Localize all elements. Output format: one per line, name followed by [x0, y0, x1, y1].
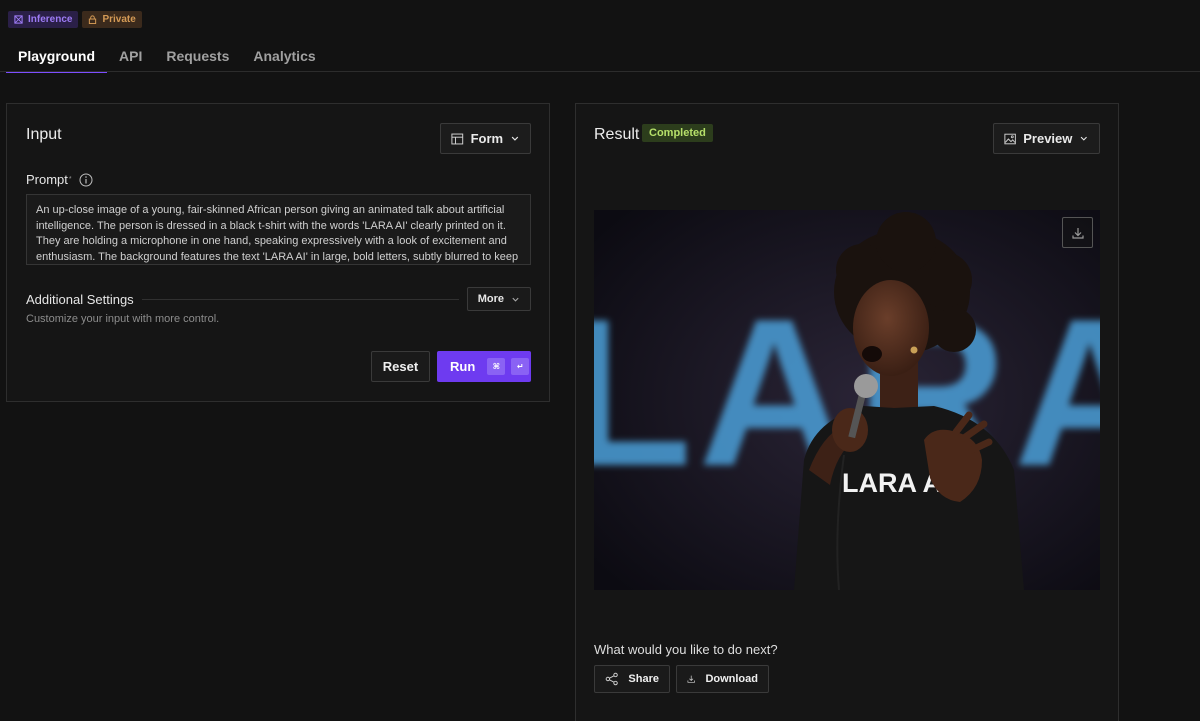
preview-label: Preview	[1023, 131, 1073, 146]
form-mode-dropdown[interactable]: Form	[440, 123, 531, 154]
prompt-label-text: Prompt	[26, 172, 68, 187]
private-badge-label: Private	[102, 14, 136, 25]
image-download-button[interactable]	[1062, 217, 1093, 248]
additional-settings-row: Additional Settings More	[26, 287, 531, 311]
run-button[interactable]: Run ⌘ ↵	[437, 351, 531, 382]
form-mode-label: Form	[470, 131, 504, 146]
inference-icon	[14, 15, 23, 24]
prompt-label: Prompt *	[26, 172, 93, 187]
preview-dropdown[interactable]: Preview	[993, 123, 1100, 154]
generated-image-art: LARA AI LARA AI	[594, 210, 1100, 590]
generated-image[interactable]: LARA AI LARA AI	[594, 210, 1100, 590]
enter-key-hint: ↵	[511, 358, 530, 375]
tab-api[interactable]: API	[107, 40, 154, 72]
run-label: Run	[450, 359, 476, 374]
inference-badge-label: Inference	[28, 14, 73, 25]
status-badge: Completed	[642, 124, 713, 142]
input-panel: Input Form Prompt * An up-close image of …	[6, 103, 550, 402]
chevron-down-icon	[1081, 136, 1088, 141]
tab-requests[interactable]: Requests	[154, 40, 241, 72]
share-button[interactable]: Share	[594, 665, 670, 693]
download-button[interactable]: Download	[676, 665, 769, 693]
private-badge: Private	[82, 11, 142, 28]
tab-playground[interactable]: Playground	[6, 40, 108, 73]
main-tabs: Playground API Requests Analytics	[6, 40, 328, 73]
command-key-hint: ⌘	[487, 358, 506, 375]
share-label: Share	[628, 673, 659, 685]
more-settings-label: More	[477, 293, 504, 305]
additional-settings-title: Additional Settings	[26, 291, 134, 307]
tabs-divider	[0, 71, 1200, 72]
form-icon	[451, 133, 464, 144]
reset-button[interactable]: Reset	[371, 351, 430, 382]
top-badges: Inference Private	[8, 11, 142, 28]
download-icon	[1071, 227, 1084, 239]
input-title: Input	[26, 126, 62, 143]
chevron-down-icon	[511, 136, 519, 141]
result-panel: Result Completed Preview LARA AI	[575, 103, 1119, 721]
lock-icon	[89, 15, 97, 24]
share-icon	[605, 672, 618, 686]
result-title: Result	[594, 126, 640, 143]
chevron-down-icon	[512, 297, 519, 302]
tab-analytics[interactable]: Analytics	[241, 40, 327, 72]
required-mark: *	[68, 176, 72, 183]
download-label: Download	[705, 673, 758, 685]
more-settings-button[interactable]: More	[466, 287, 531, 311]
inference-badge: Inference	[8, 11, 79, 28]
prompt-textarea[interactable]: An up-close image of a young, fair-skinn…	[26, 194, 531, 265]
settings-description: Customize your input with more control.	[26, 313, 220, 325]
image-icon	[1004, 133, 1016, 144]
next-action-prompt: What would you like to do next?	[594, 642, 778, 657]
info-icon[interactable]	[79, 173, 93, 187]
settings-divider	[141, 298, 459, 300]
download-icon	[687, 675, 695, 683]
